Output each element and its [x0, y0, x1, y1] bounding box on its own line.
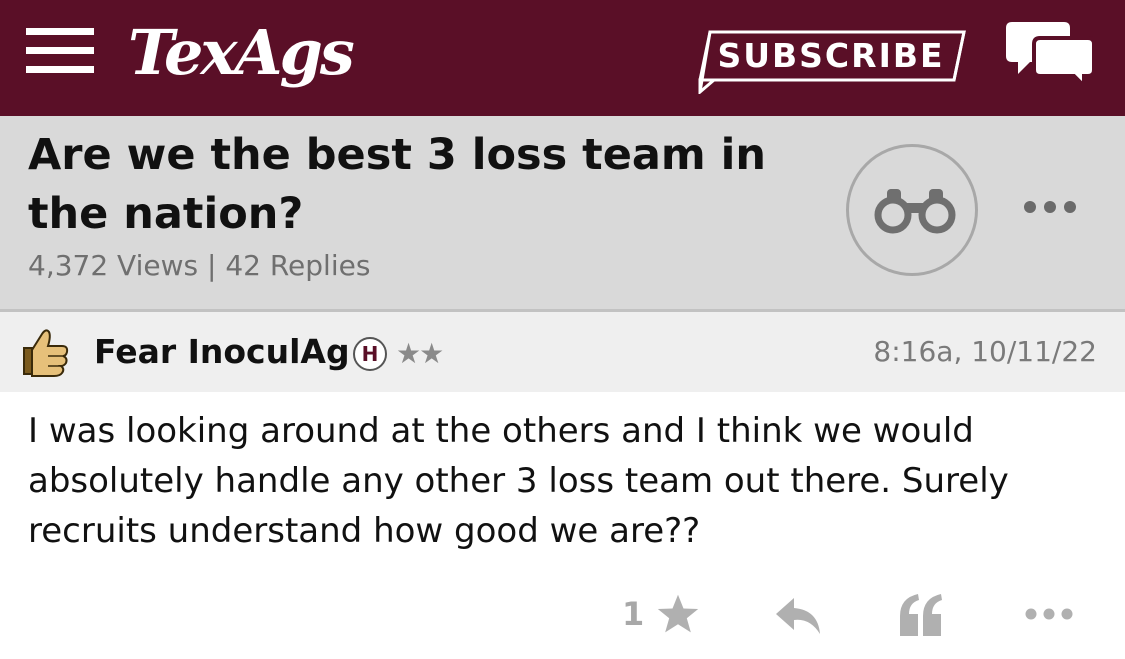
thread-stats: 4,372 Views | 42 Replies	[28, 249, 371, 282]
thread-more-icon[interactable]	[1018, 192, 1082, 222]
thread-header: Are we the best 3 loss team in the natio…	[0, 116, 1125, 312]
post-body: I was looking around at the others and I…	[28, 411, 1009, 551]
reply-icon[interactable]	[774, 596, 822, 640]
quote-icon[interactable]	[898, 592, 944, 642]
hamburger-menu-icon[interactable]	[26, 28, 94, 74]
post-actions: 1	[0, 582, 1125, 652]
h-badge: H	[353, 337, 387, 371]
post-header: Fear InoculAg H ★★ 8:16a, 10/11/22	[0, 312, 1125, 392]
subscribe-label: SUBSCRIBE	[717, 36, 945, 75]
binoculars-icon	[874, 189, 956, 234]
chat-bubbles-icon[interactable]	[1004, 18, 1096, 91]
thread-title: Are we the best 3 loss team in the natio…	[28, 130, 767, 239]
watch-thread-button[interactable]	[846, 144, 978, 276]
thumbs-up-icon[interactable]	[18, 326, 70, 378]
subscribe-button[interactable]: SUBSCRIBE	[696, 30, 966, 94]
star-icon[interactable]	[656, 592, 700, 640]
post-author[interactable]: Fear InoculAg	[94, 330, 350, 374]
post-timestamp: 8:16a, 10/11/22	[873, 335, 1097, 368]
post-more-icon[interactable]	[1022, 604, 1076, 628]
user-stars: ★★	[396, 337, 444, 370]
texags-logo[interactable]: TexAgs	[128, 18, 355, 88]
star-count: 1	[622, 595, 645, 633]
top-bar: TexAgs SUBSCRIBE	[0, 0, 1125, 116]
